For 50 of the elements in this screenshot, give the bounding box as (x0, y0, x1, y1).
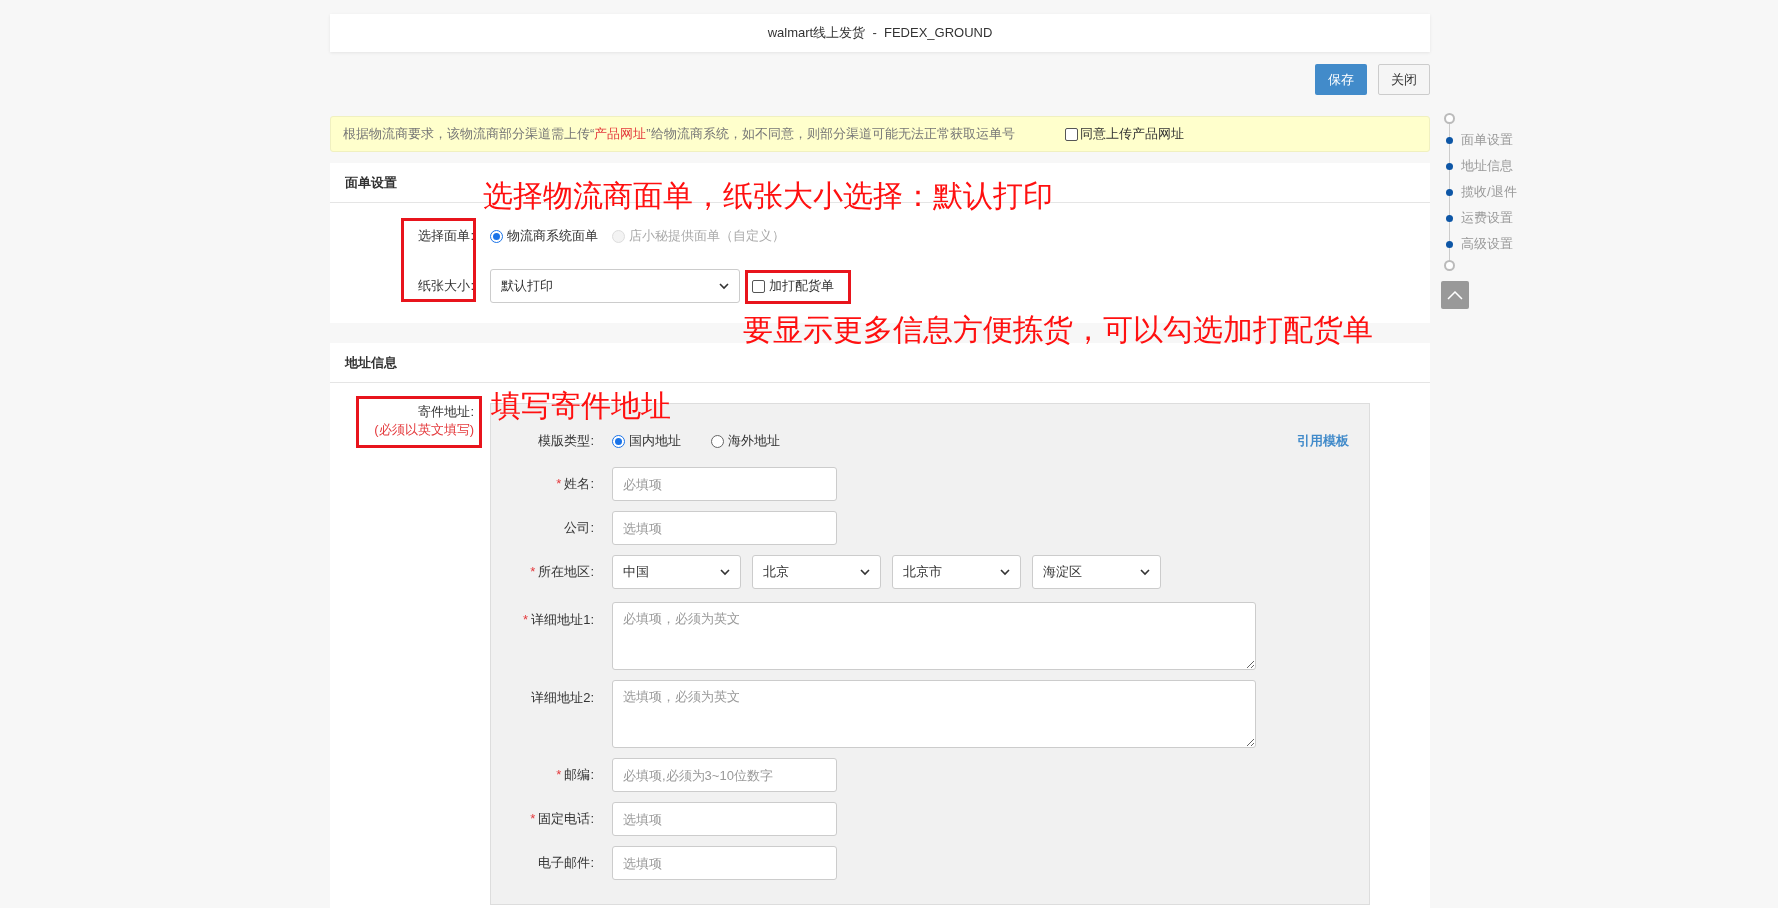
section-title: 面单设置 (345, 173, 397, 192)
chevron-down-icon (1000, 568, 1010, 576)
input-field[interactable]: 选填项 (612, 846, 837, 880)
field-label: 寄件地址: (418, 403, 474, 421)
section-title: 地址信息 (345, 353, 397, 372)
chevron-down-icon (1140, 568, 1150, 576)
field-label: 详细地址2: (530, 689, 594, 707)
radio-button[interactable] (612, 434, 625, 448)
input-field[interactable]: 选填项 (612, 802, 837, 836)
annotation-text: 填写寄件地址 (491, 391, 671, 421)
textarea-field[interactable]: 必填项，必须为英文 (612, 602, 1256, 670)
field-label: * 邮编: (555, 766, 594, 785)
checkbox[interactable] (752, 279, 765, 293)
notice-text: 根据物流商要求，该物流商部分渠道需上传“产品网址”给物流商系统，如不同意，则部分渠道可能无法正常获取运单号 (343, 125, 1015, 144)
field-label: 模版类型: (537, 432, 594, 451)
chevron-down-icon (719, 282, 729, 290)
radio-button[interactable] (490, 229, 503, 243)
dropdown[interactable]: 北京市 (892, 555, 1021, 589)
field-label: * 固定电话: (529, 810, 594, 829)
checkbox-label: 同意上传产品网址 (1079, 125, 1184, 144)
radio-option[interactable]: 海外地址 (711, 431, 780, 451)
annotation-text: 要显示更多信息方便拣货，可以勾选加打配货单 (743, 315, 1373, 345)
textarea-field[interactable]: 选填项，必须为英文 (612, 680, 1256, 748)
annotation-text: 选择物流商面单，纸张大小选择：默认打印 (483, 181, 1053, 211)
chevron-up-icon (1447, 290, 1463, 300)
field-label: * 所在地区: (529, 563, 594, 582)
radio-button[interactable] (711, 434, 724, 448)
close-button[interactable]: 关闭 (1378, 64, 1430, 95)
field-note: (必须以英文填写) (374, 421, 474, 439)
dropdown[interactable]: 北京 (752, 555, 881, 589)
checkbox[interactable] (1064, 127, 1078, 141)
field-label: * 详细地址1: (522, 611, 594, 629)
page-title: walmart线上发货 - FEDEX_GROUND (767, 24, 993, 43)
checkbox-label: 加打配货单 (769, 277, 834, 296)
input-field[interactable]: 选填项 (612, 511, 837, 545)
save-button[interactable]: 保存 (1315, 64, 1367, 95)
field-label: 纸张大小: (417, 277, 474, 296)
field-label: 选择面单: (417, 227, 474, 246)
dropdown[interactable]: 中国 (612, 555, 741, 589)
radio-option[interactable]: 国内地址 (612, 431, 681, 451)
radio-option[interactable]: 物流商系统面单 (490, 226, 598, 246)
field-label: 公司: (563, 519, 594, 538)
field-label: 电子邮件: (537, 854, 594, 873)
dropdown[interactable]: 默认打印 (490, 269, 740, 303)
chevron-down-icon (860, 568, 870, 576)
chevron-down-icon (720, 568, 730, 576)
input-field[interactable]: 必填项 (612, 467, 837, 501)
input-field[interactable]: 必填项,必须为3~10位数字 (612, 758, 837, 792)
dropdown[interactable]: 海淀区 (1032, 555, 1161, 589)
field-label: * 姓名: (555, 475, 594, 494)
